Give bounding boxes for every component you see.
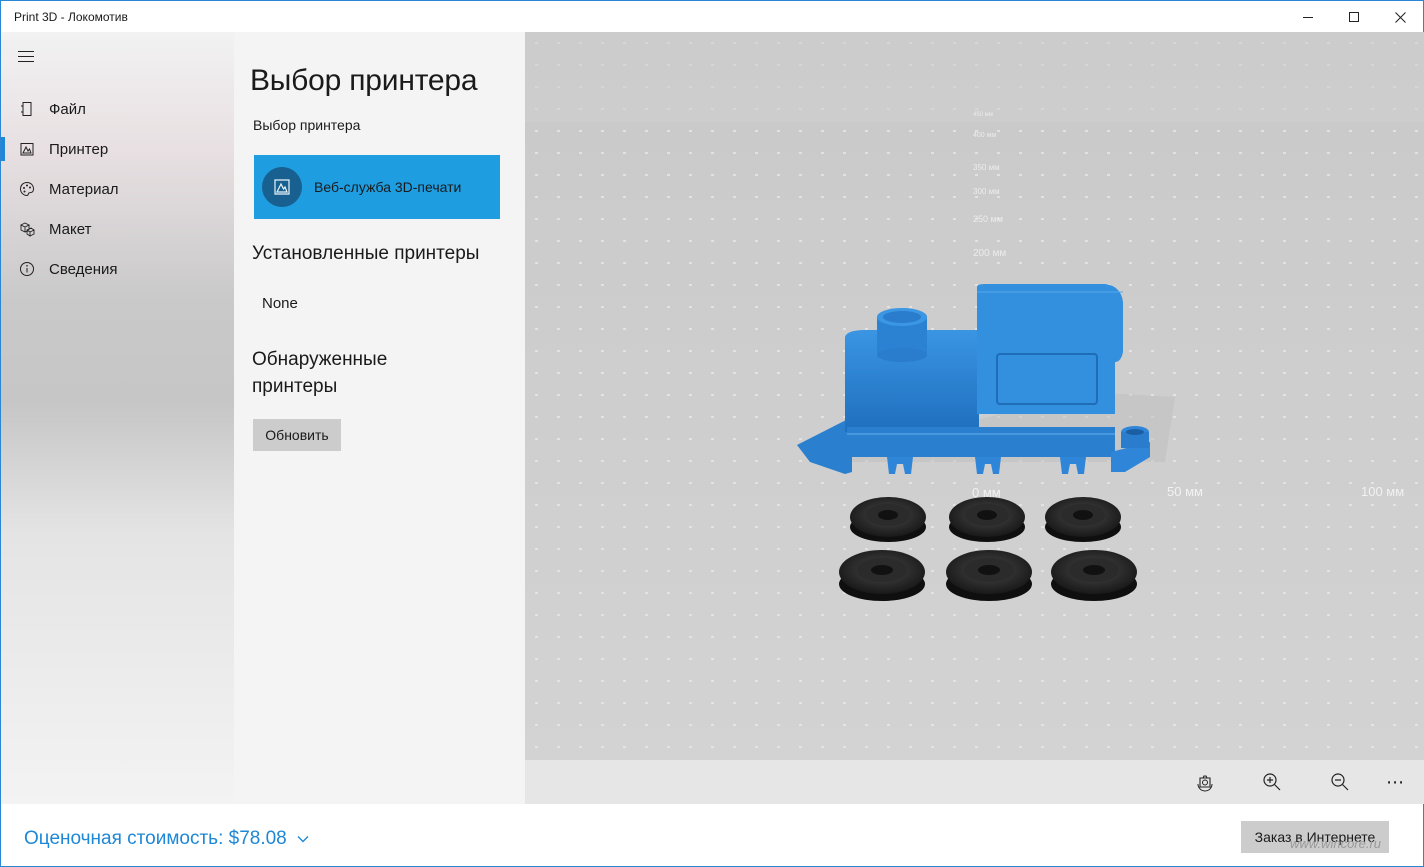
nav-item-label: Макет	[49, 220, 92, 238]
refresh-button[interactable]: Обновить	[253, 419, 341, 451]
palette-icon	[19, 181, 35, 197]
discovered-printers-heading-line1: Обнаруженные	[252, 349, 388, 370]
ruler-label: 250 мм	[973, 214, 1003, 224]
nav-item-label: Сведения	[49, 260, 118, 278]
estimated-cost-label: Оценочная стоимость: $78.08	[24, 828, 287, 849]
printer-icon	[19, 141, 35, 157]
layout-icon	[19, 221, 35, 237]
page-title: Выбор принтера	[250, 64, 478, 97]
installed-printers-heading: Установленные принтеры	[252, 243, 480, 264]
printer-panel: Выбор принтера Выбор принтера Веб-служба…	[234, 32, 525, 804]
nav-item-info[interactable]: Сведения	[1, 249, 235, 289]
ruler-label: 450 мм	[973, 112, 993, 118]
ruler-label: 300 мм	[973, 187, 1000, 196]
minimize-icon	[1303, 16, 1313, 18]
ruler-label: 350 мм	[973, 163, 1000, 172]
installed-printers-value: None	[262, 295, 298, 312]
nav-item-printer[interactable]: Принтер	[1, 129, 235, 169]
chevron-down-icon	[297, 836, 309, 843]
zoom-in-icon	[1263, 773, 1281, 791]
zoom-in-button[interactable]	[1258, 768, 1286, 796]
maximize-icon	[1349, 12, 1359, 22]
close-icon	[1394, 11, 1406, 23]
web-service-button[interactable]: Веб-служба 3D-печати	[254, 155, 500, 219]
more-icon: ⋯	[1386, 771, 1404, 792]
axis-label: 100 мм	[1361, 484, 1404, 499]
printer-badge-icon	[262, 167, 302, 207]
footer-bar: Оценочная стоимость: $78.08 Заказ в Инте…	[0, 804, 1424, 867]
ruler-label: 200 мм	[973, 248, 1006, 259]
title-bar: Print 3D - Локомотив	[0, 0, 1424, 32]
close-button[interactable]	[1377, 1, 1423, 33]
maximize-button[interactable]	[1331, 1, 1377, 33]
nav-item-label: Материал	[49, 180, 119, 198]
info-icon	[19, 261, 35, 277]
axis-label: 50 мм	[1167, 484, 1203, 499]
3d-viewport[interactable]: 450 мм 400 мм 350 мм 300 мм 250 мм 200 м…	[525, 32, 1424, 760]
left-navigation: Файл Принтер Материал Макет Сведения	[0, 32, 234, 804]
discovered-printers-heading-line2: принтеры	[252, 376, 338, 397]
hamburger-menu-icon[interactable]	[18, 51, 34, 62]
more-button[interactable]: ⋯	[1381, 768, 1409, 796]
window-title: Print 3D - Локомотив	[14, 10, 128, 24]
nav-item-material[interactable]: Материал	[1, 169, 235, 209]
section-subtitle: Выбор принтера	[253, 117, 361, 133]
ruler-label: 400 мм	[973, 132, 996, 139]
nav-item-file[interactable]: Файл	[1, 89, 235, 129]
web-service-label: Веб-служба 3D-печати	[314, 179, 462, 195]
reset-view-button[interactable]	[1191, 768, 1219, 796]
watermark: www.wincore.ru	[1290, 836, 1382, 851]
zoom-out-button[interactable]	[1326, 768, 1354, 796]
estimated-cost-dropdown[interactable]: Оценочная стоимость: $78.08	[24, 828, 309, 850]
nav-item-label: Принтер	[49, 140, 109, 158]
zoom-out-icon	[1331, 773, 1349, 791]
scene-canvas: 450 мм 400 мм 350 мм 300 мм 250 мм 200 м…	[525, 32, 1424, 760]
viewport-toolbar: ⋯	[525, 760, 1424, 804]
minimize-button[interactable]	[1285, 1, 1331, 33]
nav-item-layout[interactable]: Макет	[1, 209, 235, 249]
file-icon	[19, 101, 35, 117]
nav-item-label: Файл	[49, 100, 86, 118]
reset-view-icon	[1197, 775, 1213, 792]
